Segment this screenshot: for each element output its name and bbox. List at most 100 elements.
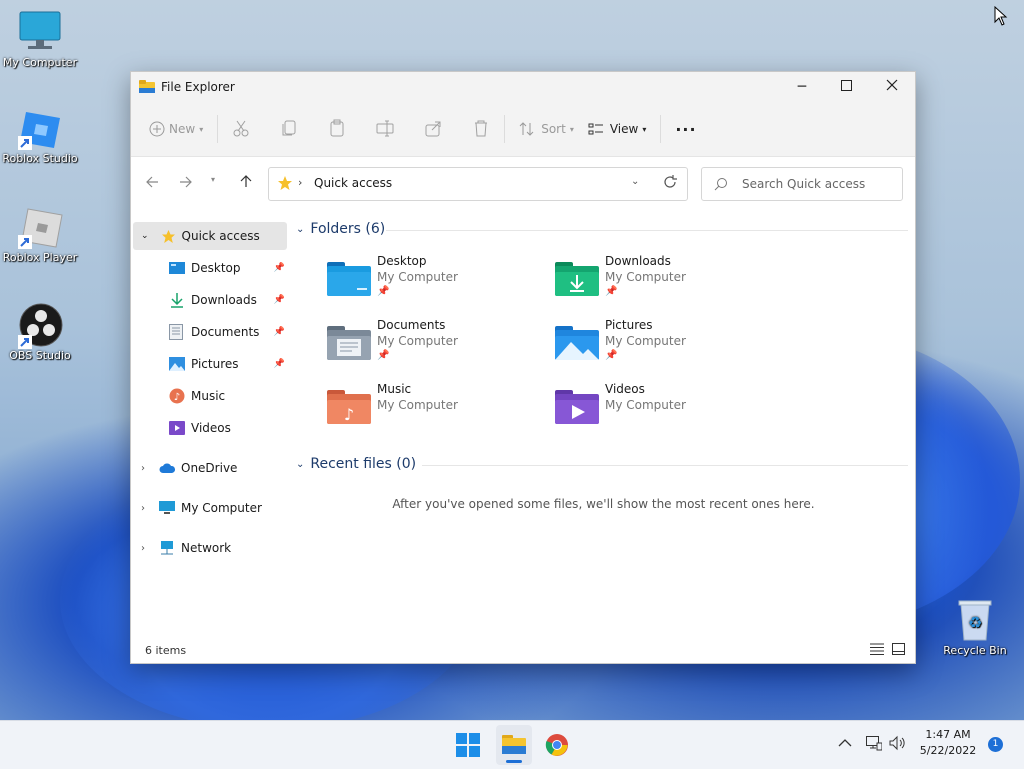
- sidebar-item-label: Music: [191, 389, 226, 403]
- sidebar-item-videos[interactable]: Videos: [133, 414, 287, 442]
- sidebar-item-label: Quick access: [181, 229, 260, 243]
- folders-section-header[interactable]: ⌄ Folders (6): [296, 221, 385, 237]
- breadcrumb-chevron-icon: ›: [298, 176, 303, 189]
- breadcrumb-location[interactable]: Quick access: [314, 176, 392, 190]
- cloud-icon: [159, 462, 175, 474]
- folder-name: Documents: [377, 318, 446, 332]
- sidebar-item-desktop[interactable]: Desktop 📌: [133, 254, 287, 282]
- refresh-icon[interactable]: [663, 175, 677, 192]
- maximize-button[interactable]: [823, 72, 869, 102]
- active-app-indicator: [506, 760, 522, 763]
- navigation-pane: ⌄ Quick access Desktop 📌 Downloads 📌 Doc…: [131, 209, 293, 637]
- taskbar-chrome-button[interactable]: [545, 733, 569, 760]
- title-bar[interactable]: File Explorer ─: [131, 72, 915, 102]
- sidebar-item-downloads[interactable]: Downloads 📌: [133, 286, 287, 314]
- chevron-down-icon: ▾: [199, 124, 204, 134]
- close-button[interactable]: [869, 72, 915, 102]
- more-options-button[interactable]: ···: [675, 114, 696, 144]
- show-hidden-icons-chevron-icon[interactable]: [838, 737, 852, 751]
- chevron-down-icon: ⌄: [296, 458, 305, 470]
- taskbar-file-explorer-button[interactable]: [496, 725, 532, 765]
- desktop-icon-obs-studio[interactable]: OBS Studio: [0, 303, 80, 362]
- sort-icon: [519, 121, 535, 137]
- folder-name: Videos: [605, 382, 645, 396]
- obs-icon: [18, 303, 63, 349]
- folder-tile-videos[interactable]: Videos My Computer: [555, 382, 775, 438]
- window-title: File Explorer: [161, 80, 235, 94]
- new-label: New: [169, 122, 196, 136]
- chevron-down-icon: ▾: [642, 124, 647, 134]
- folder-tile-documents[interactable]: Documents My Computer 📌: [327, 318, 547, 374]
- recent-locations-chevron-icon[interactable]: ▾: [211, 175, 215, 184]
- sidebar-item-quick-access[interactable]: ⌄ Quick access: [133, 222, 287, 250]
- trash-icon: [472, 119, 490, 140]
- rename-button[interactable]: [376, 114, 394, 144]
- network-status-icon[interactable]: [866, 735, 883, 754]
- desktop-icon-label: My Computer: [2, 56, 78, 69]
- star-icon: [161, 229, 176, 244]
- music-icon: ♪: [169, 388, 185, 404]
- folder-name: Pictures: [605, 318, 653, 332]
- videos-folder-icon: [555, 388, 599, 428]
- desktop-icon-roblox-studio[interactable]: Roblox Studio: [0, 106, 80, 165]
- folder-name: Desktop: [377, 254, 427, 268]
- roblox-player-icon: [18, 205, 63, 249]
- paste-icon: [328, 119, 346, 140]
- desktop-icon-recycle-bin[interactable]: ♻ Recycle Bin: [935, 598, 1015, 657]
- chrome-icon: [545, 734, 569, 760]
- section-title: Recent files (0): [310, 456, 417, 472]
- folder-tile-music[interactable]: ♪ Music My Computer: [327, 382, 547, 438]
- downloads-folder-icon: [555, 260, 599, 300]
- back-arrow-icon[interactable]: [145, 175, 159, 192]
- sidebar-item-onedrive[interactable]: › OneDrive: [133, 454, 287, 482]
- pin-icon[interactable]: 📌: [274, 327, 285, 337]
- pin-icon[interactable]: 📌: [274, 359, 285, 369]
- clock[interactable]: 1:47 AM 5/22/2022: [916, 727, 980, 759]
- share-button[interactable]: [424, 114, 442, 144]
- notification-badge[interactable]: 1: [988, 737, 1003, 752]
- sidebar-item-music[interactable]: ♪ Music: [133, 382, 287, 410]
- delete-button[interactable]: [472, 114, 490, 144]
- volume-icon[interactable]: [889, 735, 907, 754]
- star-icon: [277, 175, 293, 194]
- folder-tile-desktop[interactable]: Desktop My Computer 📌: [327, 254, 547, 310]
- section-title: Folders (6): [310, 221, 386, 237]
- folder-tile-downloads[interactable]: Downloads My Computer 📌: [555, 254, 775, 310]
- section-divider: [386, 230, 908, 231]
- desktop-icon-my-computer[interactable]: My Computer: [0, 10, 80, 69]
- recent-files-section-header[interactable]: ⌄ Recent files (0): [296, 456, 416, 472]
- sidebar-item-documents[interactable]: Documents 📌: [133, 318, 287, 346]
- copy-button[interactable]: [280, 114, 298, 144]
- up-arrow-icon[interactable]: [239, 174, 253, 191]
- minimize-button[interactable]: ─: [779, 72, 825, 102]
- content-pane: ⌄ Folders (6) Desktop My Computer 📌 Down…: [296, 209, 911, 637]
- cut-button[interactable]: [232, 114, 250, 144]
- tiles-view-icon[interactable]: [892, 643, 905, 658]
- pin-icon[interactable]: 📌: [274, 263, 285, 273]
- chevron-right-icon: ›: [141, 462, 145, 474]
- start-button[interactable]: [456, 733, 480, 760]
- view-button[interactable]: View ▾: [588, 114, 647, 144]
- sidebar-item-network[interactable]: › Network: [133, 534, 287, 562]
- desktop-icon-label: Roblox Studio: [2, 152, 78, 165]
- address-bar[interactable]: › Quick access ⌄: [268, 167, 688, 201]
- sidebar-item-my-computer[interactable]: › My Computer: [133, 494, 287, 522]
- sidebar-item-pictures[interactable]: Pictures 📌: [133, 350, 287, 378]
- desktop-icon-roblox-player[interactable]: Roblox Player: [0, 205, 80, 264]
- paste-button[interactable]: [328, 114, 346, 144]
- pin-icon[interactable]: 📌: [274, 295, 285, 305]
- forward-arrow-icon[interactable]: [179, 175, 193, 192]
- downloads-icon: [169, 292, 185, 308]
- sort-button[interactable]: Sort ▾: [519, 114, 574, 144]
- new-button[interactable]: New ▾: [149, 114, 203, 144]
- command-bar: New ▾ Sort ▾ View ▾ ···: [131, 102, 915, 157]
- folder-name: Downloads: [605, 254, 671, 268]
- section-divider: [422, 465, 908, 466]
- details-view-icon[interactable]: [870, 643, 884, 658]
- address-dropdown-icon[interactable]: ⌄: [631, 176, 639, 187]
- search-box[interactable]: Search Quick access: [701, 167, 903, 201]
- cut-icon: [232, 119, 250, 140]
- folder-tile-pictures[interactable]: Pictures My Computer 📌: [555, 318, 775, 374]
- folder-location: My Computer: [605, 270, 686, 284]
- folder-name: Music: [377, 382, 412, 396]
